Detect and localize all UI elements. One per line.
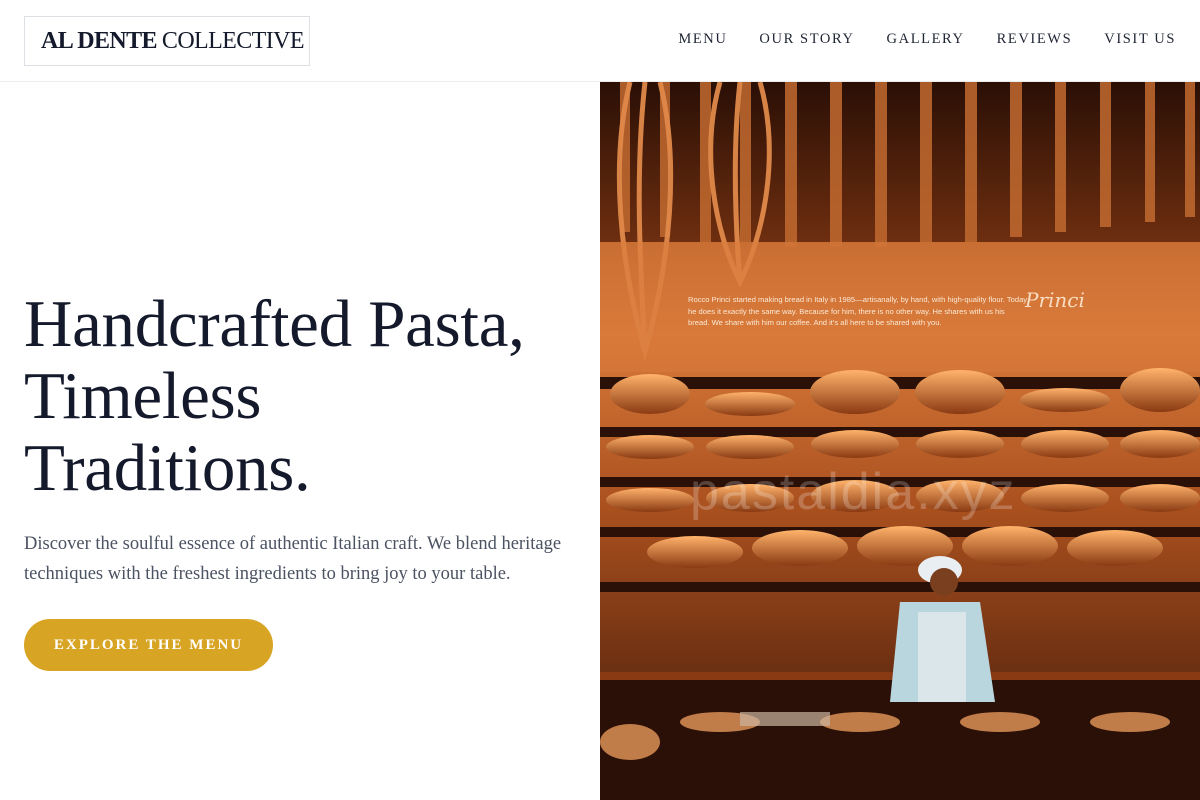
nav-item-our-story[interactable]: OUR STORY [759,31,854,48]
hero-title-line: Timeless [24,359,262,433]
hero-title-line: Handcrafted Pasta, [24,287,525,361]
brand-name-light: COLLECTIVE [161,27,305,54]
site-header: AL DENTE COLLECTIVE MENU OUR STORY GALLE… [0,0,1200,82]
nav-item-menu[interactable]: MENU [678,31,727,48]
bakery-photo: Rocco Princi started making bread in Ita… [600,82,1200,800]
bakery-illustration [600,82,1200,800]
nav-item-visit-us[interactable]: VISIT US [1104,31,1176,48]
explore-menu-button[interactable]: EXPLORE THE MENU [24,619,273,671]
hero-description: Discover the soulful essence of authenti… [24,534,562,584]
wall-quote: Rocco Princi started making bread in Ita… [688,295,1028,328]
image-watermark: pastaldia.xyz [690,463,1017,521]
nav-item-gallery[interactable]: GALLERY [887,31,965,48]
hero-title-line: Traditions. [24,431,311,505]
brand-name-bold: AL DENTE [41,27,158,54]
main-nav: MENU OUR STORY GALLERY REVIEWS VISIT US [646,31,1176,48]
wall-signature: Princi [1025,288,1085,312]
nav-item-reviews[interactable]: REVIEWS [997,31,1073,48]
hero-title: Handcrafted Pasta, Timeless Traditions. [24,288,594,504]
brand-logo[interactable]: AL DENTE COLLECTIVE [24,16,310,66]
